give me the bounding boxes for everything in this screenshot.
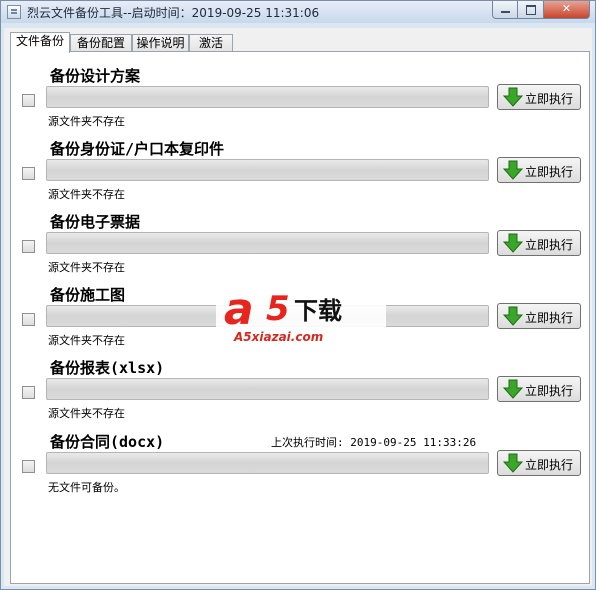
task-checkbox[interactable] [22,167,35,180]
download-arrow-icon [503,453,523,473]
tab-instructions[interactable]: 操作说明 [132,34,189,52]
backup-task: 备份报表(xlsx) 立即执行 源文件夹不存在 [11,357,589,429]
maximize-button[interactable] [518,1,544,19]
task-progress-bar [46,232,489,254]
tab-activate[interactable]: 激活 [189,34,233,52]
download-arrow-icon [503,160,523,180]
run-now-label: 立即执行 [525,165,574,179]
task-checkbox[interactable] [22,240,35,253]
run-now-button[interactable]: 立即执行 [497,450,581,476]
task-title: 备份身份证/户口本复印件 [50,140,225,158]
title-bar[interactable]: 烈云文件备份工具--启动时间：2019-09-25 11:31:06 ✕ [1,1,595,23]
close-button[interactable]: ✕ [544,1,590,19]
task-status: 源文件夹不存在 [48,188,125,201]
watermark-logo-5: 5 [266,289,290,329]
task-title: 备份施工图 [50,286,126,304]
task-progress-bar [46,86,489,108]
run-now-button[interactable]: 立即执行 [497,84,581,110]
task-status: 源文件夹不存在 [48,261,125,274]
run-now-label: 立即执行 [525,384,574,398]
task-title: 备份合同(docx) [50,433,165,451]
backup-task: 备份电子票据 立即执行 源文件夹不存在 [11,211,589,283]
run-now-label: 立即执行 [525,238,574,252]
task-checkbox[interactable] [22,460,35,473]
minimize-button[interactable] [492,1,518,19]
download-arrow-icon [503,306,523,326]
watermark-logo-text: 下载 [294,297,342,325]
backup-task: 备份设计方案 立即执行 源文件夹不存在 [11,65,589,137]
task-progress-bar [46,378,489,400]
download-arrow-icon [503,379,523,399]
window-title: 烈云文件备份工具--启动时间：2019-09-25 11:31:06 [27,6,320,20]
client-area: 文件备份 备份配置 操作说明 激活 备份设计方案 立即执行 源文件夹不存在 备份… [4,28,592,586]
run-now-button[interactable]: 立即执行 [497,230,581,256]
app-window: 烈云文件备份工具--启动时间：2019-09-25 11:31:06 ✕ 文件备… [0,0,596,590]
file-backup-panel: 备份设计方案 立即执行 源文件夹不存在 备份身份证/户口本复印件 立即执行 源文… [10,51,590,584]
task-status: 源文件夹不存在 [48,334,125,347]
watermark-logo-a: a [224,284,254,335]
task-progress-bar [46,452,489,474]
last-run-time: 上次执行时间: 2019-09-25 11:33:26 [271,436,477,449]
run-now-button[interactable]: 立即执行 [497,157,581,183]
watermark-logo: a 5 下载 A5xiazai.com [216,285,386,349]
task-checkbox[interactable] [22,313,35,326]
task-progress-bar [46,159,489,181]
backup-task: 备份合同(docx) 上次执行时间: 2019-09-25 11:33:26 立… [11,431,589,503]
tab-file-backup[interactable]: 文件备份 [10,32,70,53]
task-status: 源文件夹不存在 [48,115,125,128]
run-now-button[interactable]: 立即执行 [497,376,581,402]
tab-backup-config[interactable]: 备份配置 [70,34,132,52]
run-now-button[interactable]: 立即执行 [497,303,581,329]
run-now-label: 立即执行 [525,311,574,325]
download-arrow-icon [503,233,523,253]
task-checkbox[interactable] [22,94,35,107]
task-title: 备份电子票据 [50,213,141,231]
task-title: 备份设计方案 [50,67,141,85]
task-title: 备份报表(xlsx) [50,359,165,377]
task-checkbox[interactable] [22,386,35,399]
task-status: 源文件夹不存在 [48,407,125,420]
task-status: 无文件可备份。 [48,481,125,494]
watermark-domain: A5xiazai.com [234,330,324,344]
run-now-label: 立即执行 [525,92,574,106]
download-arrow-icon [503,87,523,107]
app-icon [7,5,21,19]
run-now-label: 立即执行 [525,458,574,472]
backup-task: 备份身份证/户口本复印件 立即执行 源文件夹不存在 [11,138,589,210]
